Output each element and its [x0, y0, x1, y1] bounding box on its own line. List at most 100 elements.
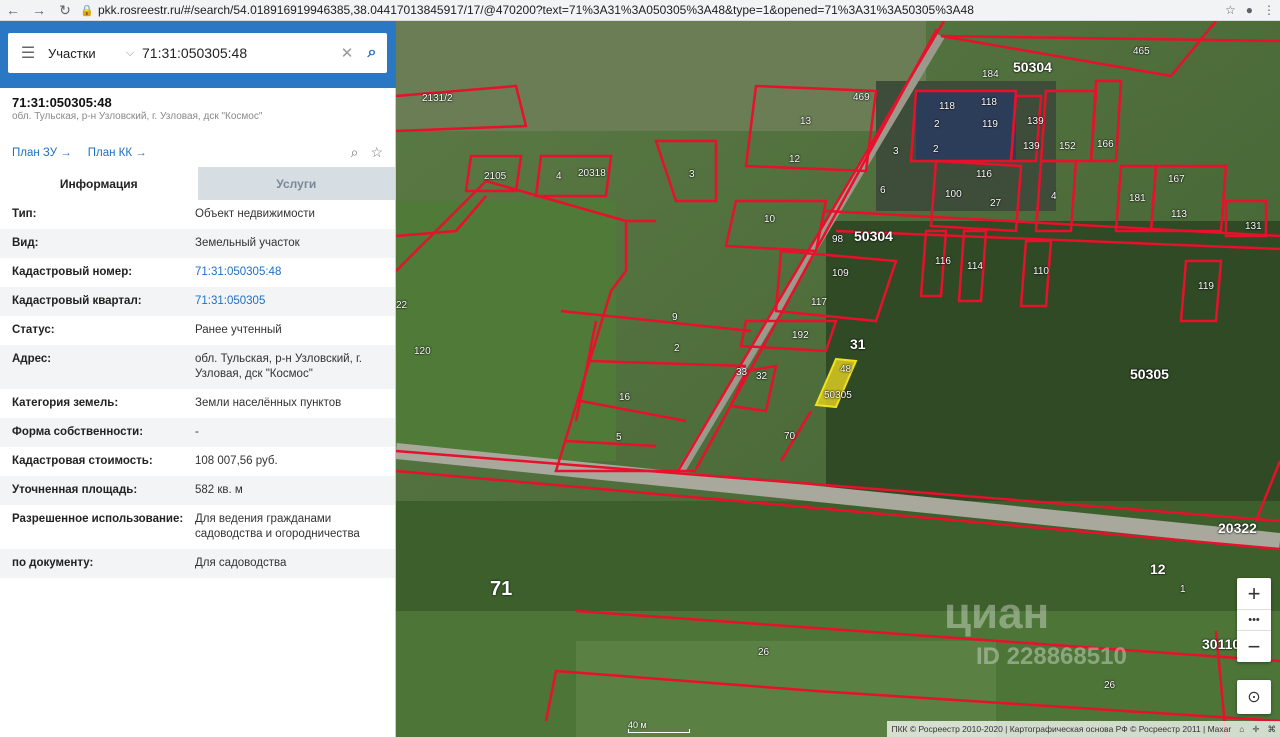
search-header: ☰ Участки ⌵ 71:31:050305:48 ✕ ⌕ ‹: [0, 21, 407, 88]
address-bar[interactable]: pkk.rosreestr.ru/#/search/54.01891691994…: [96, 3, 1220, 17]
row-value: Земли населённых пунктов: [195, 397, 342, 409]
lock-icon[interactable]: 🔒: [78, 4, 96, 17]
plan-kk-link[interactable]: План КК →: [88, 147, 147, 159]
clear-icon[interactable]: ✕: [337, 44, 357, 62]
cadastral-number-link[interactable]: 71:31:050305:48: [195, 265, 383, 280]
home-icon[interactable]: ⌂: [1239, 724, 1244, 734]
row-value: Ранее учтенный: [195, 324, 282, 336]
browser-toolbar: ← → ↻ 🔒 pkk.rosreestr.ru/#/search/54.018…: [0, 0, 1280, 21]
browser-menu-icon[interactable]: ⋮: [1263, 3, 1275, 17]
profile-icon[interactable]: ●: [1246, 3, 1253, 17]
parcel-label: 70: [784, 431, 796, 442]
parcel-label: 109: [832, 268, 849, 279]
parcel-label: 27: [990, 198, 1002, 209]
parcel-label: 2105: [484, 171, 507, 182]
watermark-id: ID 228868510: [976, 643, 1127, 670]
info-icon[interactable]: ⌘: [1268, 724, 1277, 735]
info-table: Тип: Объект недвижимости Вид: Земельный уч…: [0, 200, 395, 578]
parcel-label: 465: [1133, 46, 1150, 57]
quarter-label: 50304: [854, 228, 893, 244]
parcel-label: 116: [935, 256, 951, 267]
row-key: Разрешенное использование:: [12, 513, 184, 525]
bookmark-star-icon[interactable]: ☆: [1225, 3, 1236, 17]
parcel-label: 110: [1033, 266, 1049, 277]
parcel-label: 192: [792, 330, 809, 341]
parcel-label: 3: [689, 169, 695, 180]
parcel-label: 114: [967, 261, 983, 272]
parcel-label: 119: [982, 119, 998, 130]
search-type-select[interactable]: Участки: [48, 46, 118, 61]
row-key: Кадастровый номер:: [12, 266, 133, 278]
locate-icon[interactable]: ✛: [1252, 724, 1259, 735]
back-icon[interactable]: ←: [0, 2, 26, 18]
parcel-label: 98: [832, 234, 844, 245]
row-key: Уточненная площадь:: [12, 484, 138, 496]
parcel-label: 32: [756, 371, 768, 382]
cadastral-quarter-link[interactable]: 71:31:050305: [195, 294, 383, 309]
search-icon[interactable]: ⌕: [357, 44, 387, 62]
map-attribution: ПКК © Росреестр 2010-2020 | Картографиче…: [887, 721, 1280, 737]
quarter-label: 50305: [1130, 366, 1169, 382]
parcel-label: 2131/2: [422, 93, 453, 104]
info-row: Тип: Объект недвижимости: [0, 200, 395, 229]
zoom-to-object-icon[interactable]: ⌕: [351, 144, 359, 161]
district-label: 12: [1150, 561, 1166, 577]
forward-icon[interactable]: →: [26, 2, 52, 18]
parcel-label: 33: [736, 367, 748, 378]
parcel-label: 131: [1245, 221, 1262, 232]
chevron-down-icon[interactable]: ⌵: [118, 47, 142, 60]
info-panel: ☰ Участки ⌵ 71:31:050305:48 ✕ ⌕ ‹ 71:31:…: [0, 21, 407, 737]
row-value: -: [195, 426, 199, 438]
info-row: Кадастровая стоимость: 108 007,56 руб.: [0, 447, 395, 476]
tab-services[interactable]: Услуги: [197, 167, 395, 200]
parcel-label: 6: [880, 185, 886, 196]
parcel-label: 120: [414, 346, 431, 357]
row-key: Кадастровая стоимость:: [12, 455, 153, 467]
attribution-text: ПКК © Росреестр 2010-2020 | Картографиче…: [891, 724, 1232, 734]
parcel-label: 139: [1027, 116, 1044, 127]
plan-zu-link[interactable]: План ЗУ →: [12, 147, 72, 159]
zoom-out-button[interactable]: −: [1237, 631, 1271, 662]
row-key: Вид:: [12, 237, 39, 249]
parcel-label: 469: [853, 92, 870, 103]
reload-icon[interactable]: ↻: [52, 2, 78, 19]
tabs: Информация Услуги: [0, 167, 395, 200]
parcel-label: 26: [758, 647, 770, 658]
parcel-label: 118: [981, 97, 997, 108]
tab-info[interactable]: Информация: [0, 167, 198, 200]
parcel-label: 2: [933, 144, 939, 155]
parcel-label: 116: [976, 169, 992, 180]
hamburger-menu-icon[interactable]: ☰: [8, 43, 48, 63]
info-row: Категория земель: Земли населённых пункто…: [0, 389, 395, 418]
parcel-label: 181: [1129, 193, 1146, 204]
cadastral-map[interactable]: 465 184 50304 2131/2 469 118 118 119 139…: [396, 21, 1280, 737]
parcel-label: 10: [764, 214, 776, 225]
quarter-label: 50304: [1013, 59, 1052, 75]
favorite-star-icon[interactable]: ☆: [370, 144, 383, 161]
object-address: обл. Тульская, р-н Узловский, г. Узловая…: [12, 111, 263, 122]
object-title: 71:31:050305:48: [12, 95, 112, 110]
quarter-label: 30110: [1202, 636, 1241, 652]
row-value: Земельный участок: [195, 237, 300, 249]
row-value: 582 кв. м: [195, 484, 243, 496]
zoom-in-button[interactable]: +: [1237, 578, 1271, 609]
row-value: 108 007,56 руб.: [195, 455, 278, 467]
row-key: Кадастровый квартал:: [12, 295, 142, 307]
info-row: Статус: Ранее учтенный: [0, 316, 395, 345]
parcel-label: 5: [616, 432, 622, 443]
info-row: Кадастровый номер: 71:31:050305:48: [0, 258, 395, 287]
parcel-label: 2: [934, 119, 940, 130]
watermark-logo: циан: [944, 589, 1050, 638]
search-input[interactable]: 71:31:050305:48: [142, 45, 337, 61]
scale-bar: [628, 729, 690, 733]
parcel-label: 16: [619, 392, 631, 403]
parcel-label: 26: [1104, 680, 1116, 691]
more-tools-button[interactable]: •••: [1237, 609, 1271, 631]
parcel-label: 4: [1051, 191, 1057, 202]
compass-icon[interactable]: ⊙: [1237, 680, 1271, 714]
selected-parcel-label: 48: [840, 364, 852, 375]
parcel-label: 100: [945, 189, 962, 200]
row-key: Адрес:: [12, 353, 52, 365]
zoom-control: + ••• −: [1237, 578, 1271, 662]
row-value: Объект недвижимости: [195, 208, 315, 220]
